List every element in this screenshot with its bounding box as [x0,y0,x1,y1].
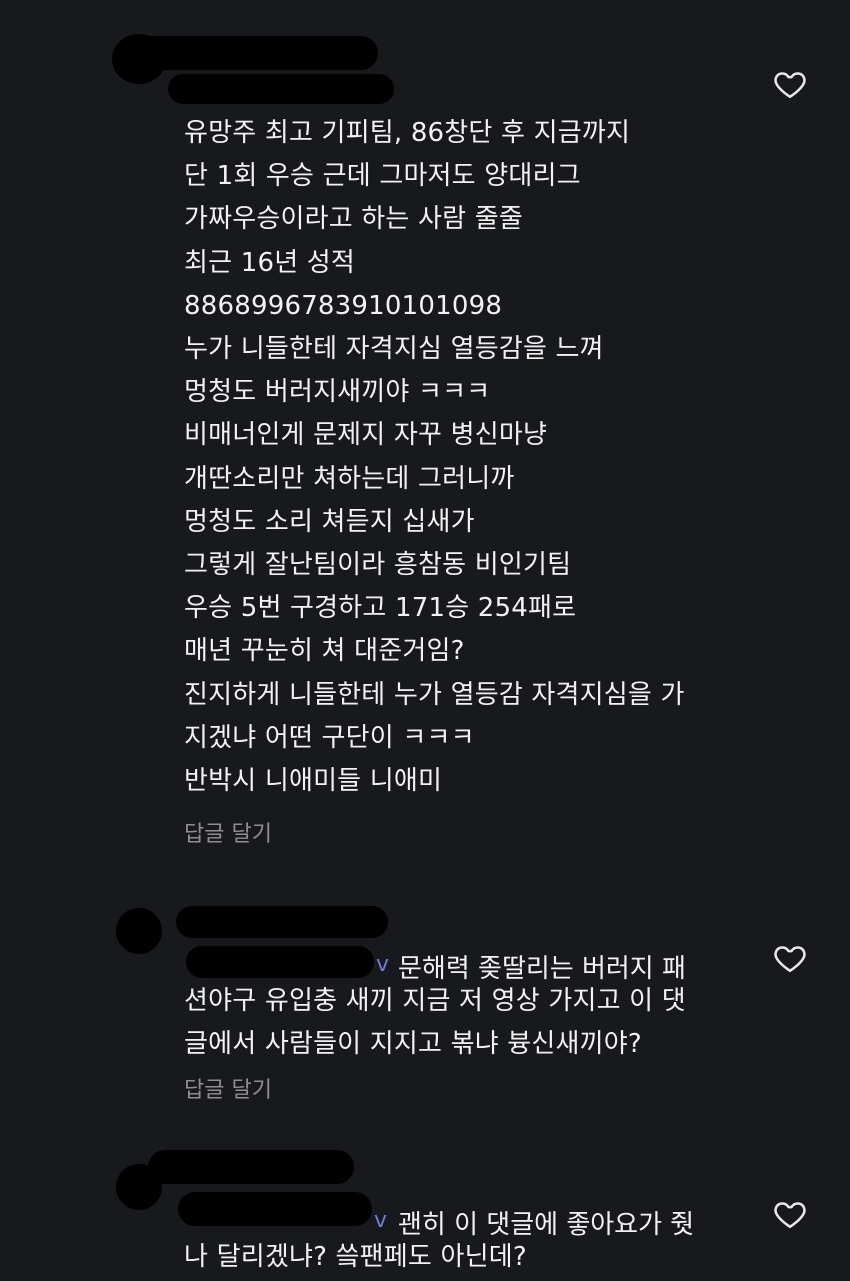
heart-outline-icon [774,1202,806,1229]
redacted-username [148,1150,354,1184]
comment-3: v 괜히 이 댓글에 좋아요가 줫 나 달리겠냐? 씈팬페도 아닌데? [0,0,850,1281]
comment-line: 나 달리겠냐? 씈팬페도 아닌데? [184,1242,527,1272]
redacted-handle [178,1192,372,1226]
like-button[interactable] [772,1196,808,1232]
comment-body: 나 달리겠냐? 씈팬페도 아닌데? [184,1236,527,1279]
mention-tail[interactable]: v [374,1208,387,1233]
